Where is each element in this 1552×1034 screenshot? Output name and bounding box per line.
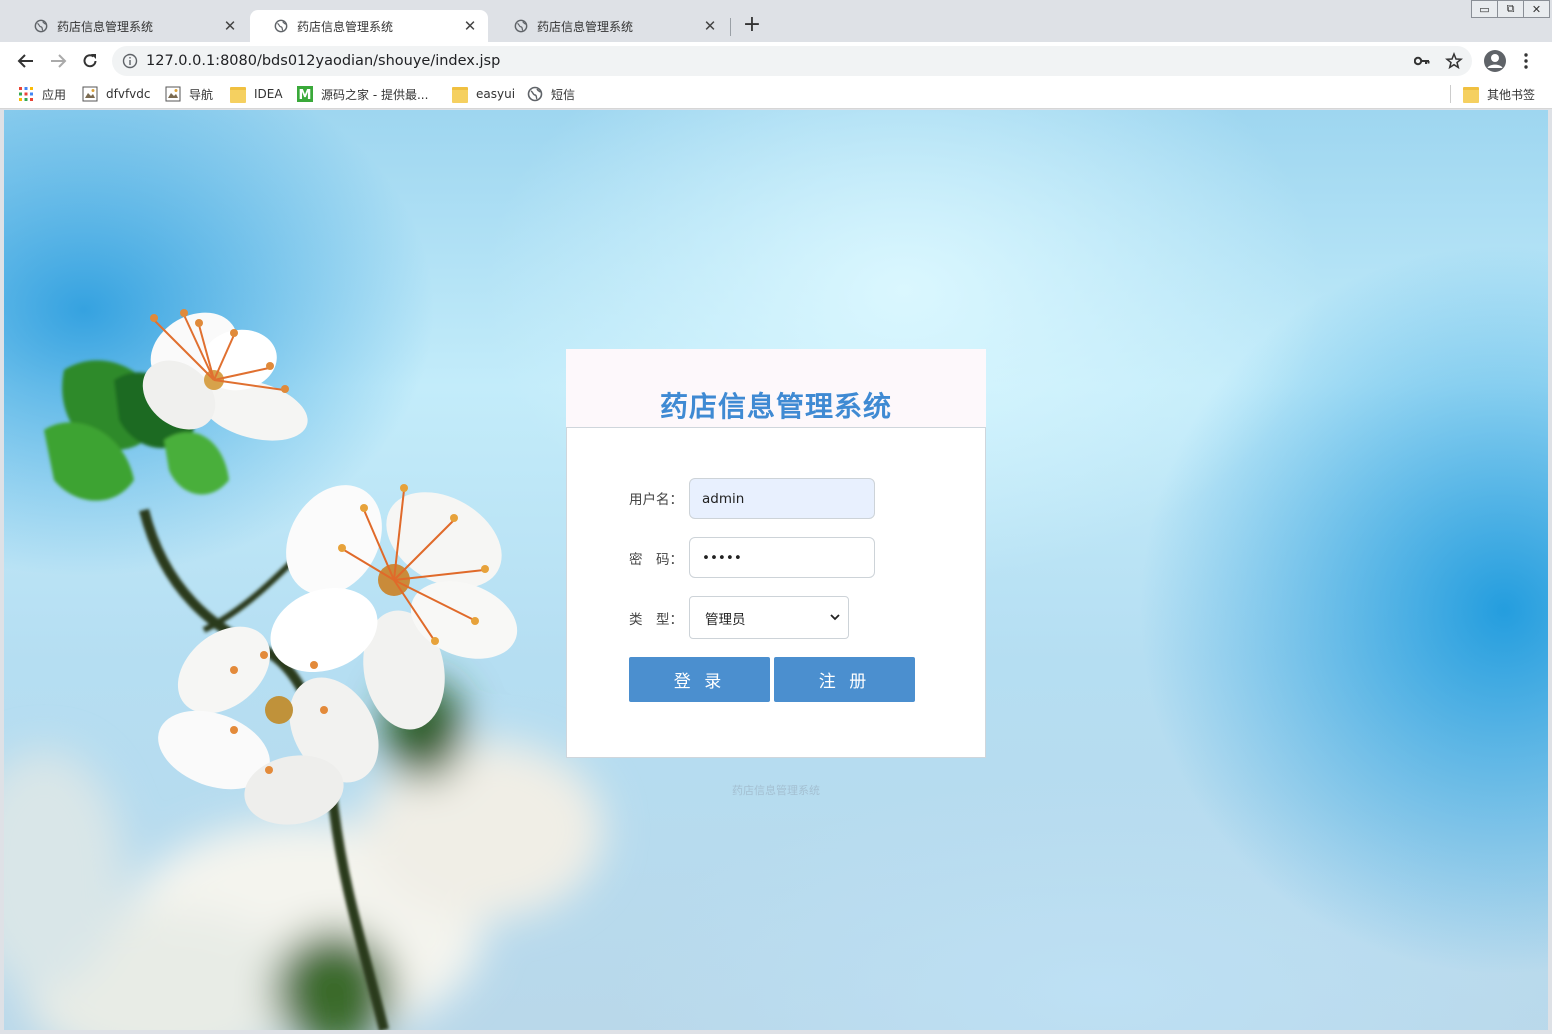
folder-icon <box>230 87 246 103</box>
menu-kebab-icon[interactable] <box>1516 51 1536 71</box>
tab-strip: 药店信息管理系统 ✕ 药店信息管理系统 ✕ 药店信息管理系统 ✕ + ▭ ⧉ ✕ <box>0 0 1552 42</box>
reload-button[interactable] <box>78 49 102 73</box>
tab-2[interactable]: 药店信息管理系统 ✕ <box>250 10 488 42</box>
password-label: 密 码： <box>629 552 683 568</box>
globe-icon <box>527 86 543 102</box>
bookmark-idea[interactable]: IDEA <box>230 84 283 104</box>
bookmark-label: IDEA <box>254 87 283 101</box>
window-controls: ▭ ⧉ ✕ <box>1471 0 1550 18</box>
bookmark-dfvfvdc[interactable]: dfvfvdc <box>82 84 150 104</box>
page-image-icon <box>165 86 181 102</box>
forward-button[interactable] <box>46 49 70 73</box>
tab-title: 药店信息管理系统 <box>57 19 154 34</box>
footer-text: 药店信息管理系统 <box>732 784 820 797</box>
login-button[interactable]: 登 录 <box>629 657 770 702</box>
tab-title: 药店信息管理系统 <box>297 19 394 34</box>
username-input[interactable]: admin <box>689 478 875 519</box>
tab-1[interactable]: 药店信息管理系统 ✕ <box>10 10 248 42</box>
bookmark-other[interactable]: 其他书签 <box>1463 84 1535 104</box>
bookmarks-bar: 应用 dfvfvdc 导航 IDEA M 源码之家 - 提供最... easyu… <box>0 79 1552 109</box>
tab-3[interactable]: 药店信息管理系统 ✕ <box>490 10 728 42</box>
address-bar[interactable]: 127.0.0.1:8080/bds012yaodian/shouye/inde… <box>112 46 1472 76</box>
password-input[interactable]: ••••• <box>689 537 875 578</box>
bookmark-nav[interactable]: 导航 <box>165 84 213 104</box>
info-icon[interactable] <box>122 53 138 69</box>
close-icon[interactable]: ✕ <box>222 18 238 34</box>
star-icon[interactable] <box>1444 51 1464 71</box>
forward-arrow-icon <box>51 54 67 68</box>
role-select-value: 管理员 <box>705 611 746 628</box>
close-icon[interactable]: ✕ <box>462 18 478 34</box>
url-text: 127.0.0.1:8080/bds012yaodian/shouye/inde… <box>146 53 501 69</box>
folder-icon <box>1463 87 1479 103</box>
register-button[interactable]: 注 册 <box>774 657 915 702</box>
bookmark-label: dfvfvdc <box>106 87 151 101</box>
bookmark-apps[interactable]: 应用 <box>18 84 66 104</box>
close-window-button[interactable]: ✕ <box>1523 0 1550 18</box>
globe-icon <box>514 19 528 33</box>
tab-title: 药店信息管理系统 <box>537 19 634 34</box>
bookmarks-divider <box>1450 85 1451 103</box>
bookmark-easyui[interactable]: easyui <box>452 84 515 104</box>
restore-button[interactable]: ⧉ <box>1497 0 1524 18</box>
chevron-down-icon <box>830 614 840 621</box>
folder-icon <box>452 87 468 103</box>
globe-icon <box>34 19 48 33</box>
login-form: 用户名： admin 密 码： ••••• 类 型： 管理员 登 录 注 册 <box>566 427 986 758</box>
profile-avatar-icon[interactable] <box>1483 49 1507 73</box>
bookmark-yuanma[interactable]: M 源码之家 - 提供最... <box>297 84 428 104</box>
bookmark-label: 源码之家 - 提供最... <box>321 87 429 102</box>
type-label: 类 型： <box>629 612 683 628</box>
page-viewport: 药店信息管理系统 用户名： admin 密 码： ••••• 类 型： 管理员 … <box>4 110 1548 1030</box>
role-select[interactable]: 管理员 <box>689 596 849 639</box>
close-icon[interactable]: ✕ <box>702 18 718 34</box>
bookmark-sms[interactable]: 短信 <box>527 84 575 104</box>
bookmark-label: 应用 <box>42 87 67 102</box>
globe-icon <box>274 19 288 33</box>
back-button[interactable] <box>14 49 38 73</box>
browser-toolbar: 127.0.0.1:8080/bds012yaodian/shouye/inde… <box>0 42 1552 79</box>
new-tab-button[interactable]: + <box>740 14 764 38</box>
bookmark-label: easyui <box>476 87 516 101</box>
page-image-icon <box>82 86 98 102</box>
reload-icon <box>83 54 97 68</box>
back-arrow-icon <box>17 54 33 68</box>
page-title: 药店信息管理系统 <box>659 390 892 423</box>
m-logo-icon: M <box>297 86 313 102</box>
minimize-button[interactable]: ▭ <box>1471 0 1498 18</box>
bookmark-label: 导航 <box>189 87 214 102</box>
bookmark-label: 其他书签 <box>1487 87 1536 102</box>
login-header: 药店信息管理系统 <box>566 349 986 427</box>
apps-grid-icon <box>19 87 33 101</box>
bookmark-label: 短信 <box>551 87 576 102</box>
tab-separator <box>730 18 731 36</box>
key-icon[interactable] <box>1412 51 1432 71</box>
svg-text:M: M <box>299 88 312 102</box>
username-label: 用户名： <box>629 492 683 508</box>
